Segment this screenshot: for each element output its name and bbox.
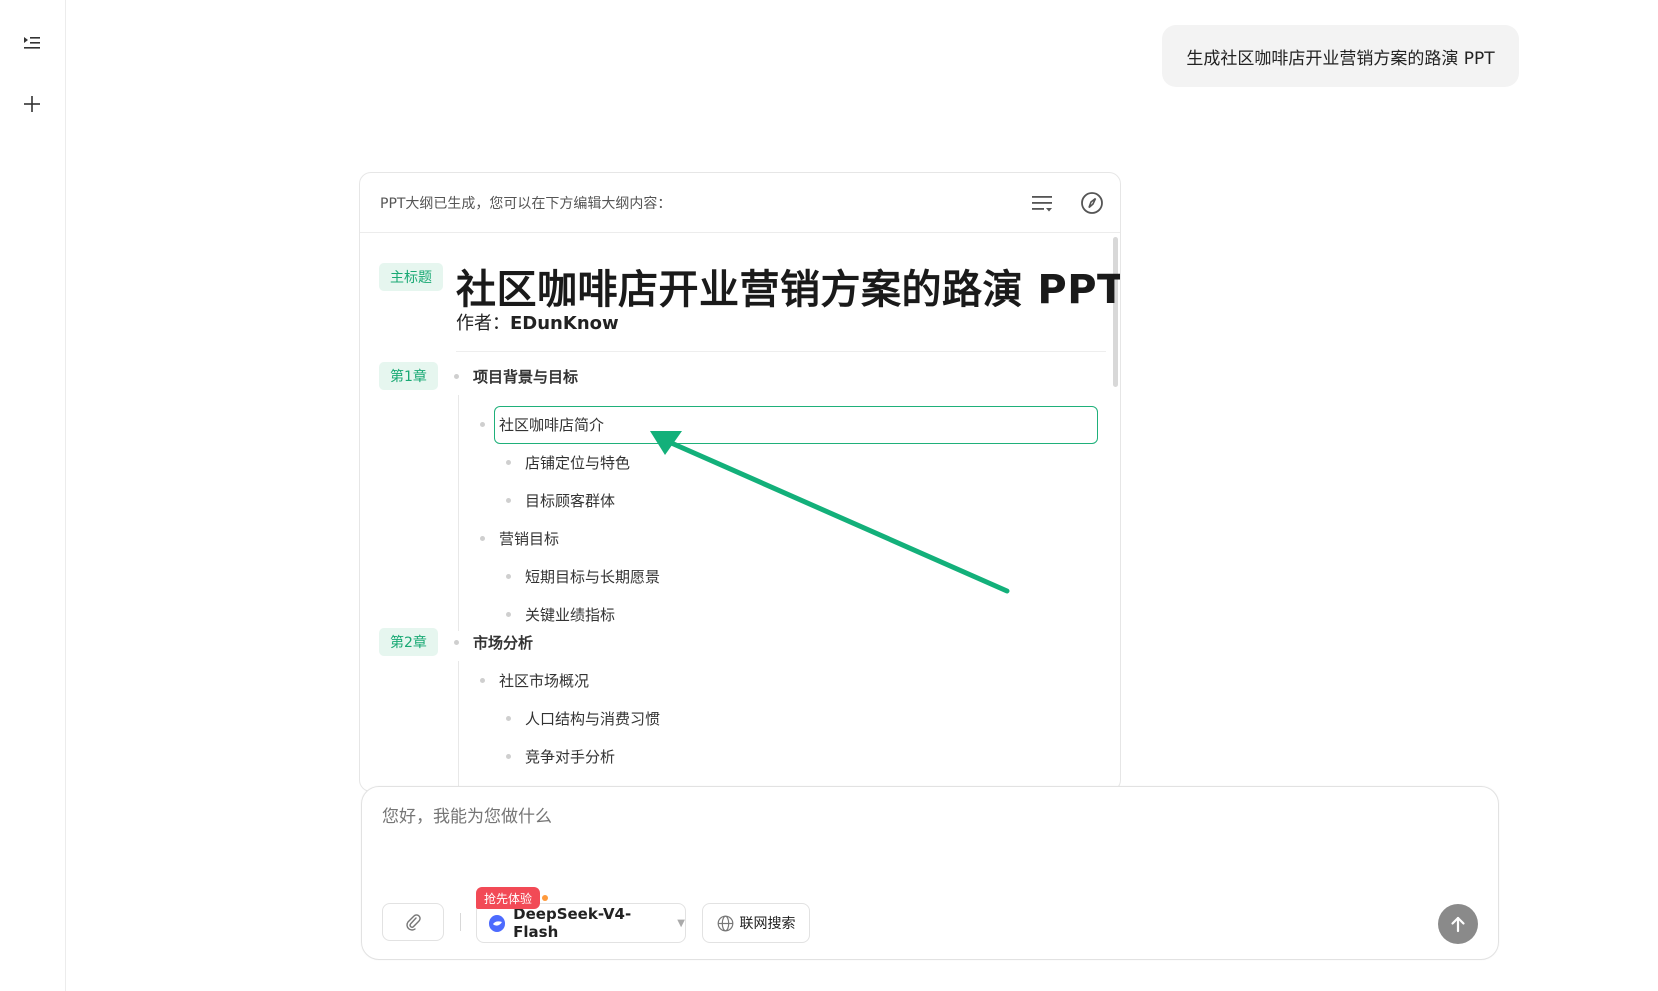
chat-input[interactable] bbox=[382, 807, 1382, 827]
user-message-text: 生成社区咖啡店开业营销方案的路演 PPT bbox=[1186, 48, 1495, 69]
tree-line bbox=[458, 395, 459, 631]
chapter-tag: 第2章 bbox=[379, 628, 438, 656]
section-title[interactable]: 营销目标 bbox=[480, 528, 559, 549]
title-divider bbox=[456, 351, 1106, 352]
filter-list-icon[interactable] bbox=[1030, 191, 1054, 215]
send-button[interactable] bbox=[1438, 904, 1478, 944]
outline-item[interactable]: 人口结构与消费习惯 bbox=[506, 708, 660, 729]
outline-item[interactable]: 店铺定位与特色 bbox=[506, 452, 630, 473]
sidebar bbox=[0, 0, 66, 991]
main-area: 生成社区咖啡店开业营销方案的路演 PPT PPT大纲已生成，您可以在下方编辑大纲… bbox=[67, 0, 1658, 991]
plus-icon bbox=[24, 96, 40, 112]
chapter-tag: 第1章 bbox=[379, 362, 438, 390]
chapter-title[interactable]: 市场分析 bbox=[454, 632, 533, 653]
new-chat-button[interactable] bbox=[20, 92, 44, 116]
sidebar-toggle-button[interactable] bbox=[20, 31, 44, 55]
web-search-button[interactable]: 联网搜索 bbox=[702, 903, 810, 943]
web-search-label: 联网搜索 bbox=[739, 916, 796, 932]
outline-item[interactable]: 竞争对手分析 bbox=[506, 746, 615, 767]
toolbar-separator bbox=[460, 913, 461, 931]
model-name: DeepSeek-V4-Flash bbox=[513, 905, 632, 941]
section-title[interactable]: 社区咖啡店简介 bbox=[480, 414, 604, 435]
section-title[interactable]: 社区市场概况 bbox=[480, 670, 589, 691]
sidebar-list-icon bbox=[24, 37, 40, 49]
outline-item[interactable]: 关键业绩指标 bbox=[506, 604, 615, 625]
attach-button[interactable] bbox=[382, 903, 444, 941]
outline-header-text: PPT大纲已生成，您可以在下方编辑大纲内容： bbox=[380, 195, 672, 212]
model-selector[interactable]: DeepSeek-V4-Flash ▼ bbox=[476, 903, 686, 943]
composer: DeepSeek-V4-Flash ▼ 抢先体验 联网搜索 bbox=[361, 786, 1499, 960]
chevron-down-icon: ▼ bbox=[677, 917, 685, 929]
user-message-bubble: 生成社区咖啡店开业营销方案的路演 PPT bbox=[1162, 25, 1519, 87]
outline-card: PPT大纲已生成，您可以在下方编辑大纲内容： 主标题 社区咖啡店开业营销方案的路… bbox=[359, 172, 1121, 792]
outline-main-title[interactable]: 社区咖啡店开业营销方案的路演 PPT bbox=[456, 257, 1120, 315]
outline-author[interactable]: 作者：EDunKnow bbox=[456, 309, 619, 335]
arrow-up-icon bbox=[1451, 916, 1465, 933]
badge-dot bbox=[542, 895, 548, 901]
deepseek-logo-icon bbox=[489, 914, 506, 932]
outline-card-header: PPT大纲已生成，您可以在下方编辑大纲内容： bbox=[360, 173, 1120, 233]
outline-item[interactable]: 短期目标与长期愿景 bbox=[506, 566, 660, 587]
outline-item[interactable]: 目标顾客群体 bbox=[506, 490, 615, 511]
outline-body: 主标题 社区咖啡店开业营销方案的路演 PPT 作者：EDunKnow 第1章 项… bbox=[360, 233, 1120, 791]
early-access-badge: 抢先体验 bbox=[476, 887, 541, 909]
globe-icon bbox=[717, 915, 733, 931]
chapter-title[interactable]: 项目背景与目标 bbox=[454, 366, 578, 387]
compass-icon[interactable] bbox=[1080, 191, 1104, 215]
paperclip-icon bbox=[406, 914, 421, 931]
tree-line bbox=[458, 661, 459, 791]
title-tag: 主标题 bbox=[379, 263, 443, 291]
